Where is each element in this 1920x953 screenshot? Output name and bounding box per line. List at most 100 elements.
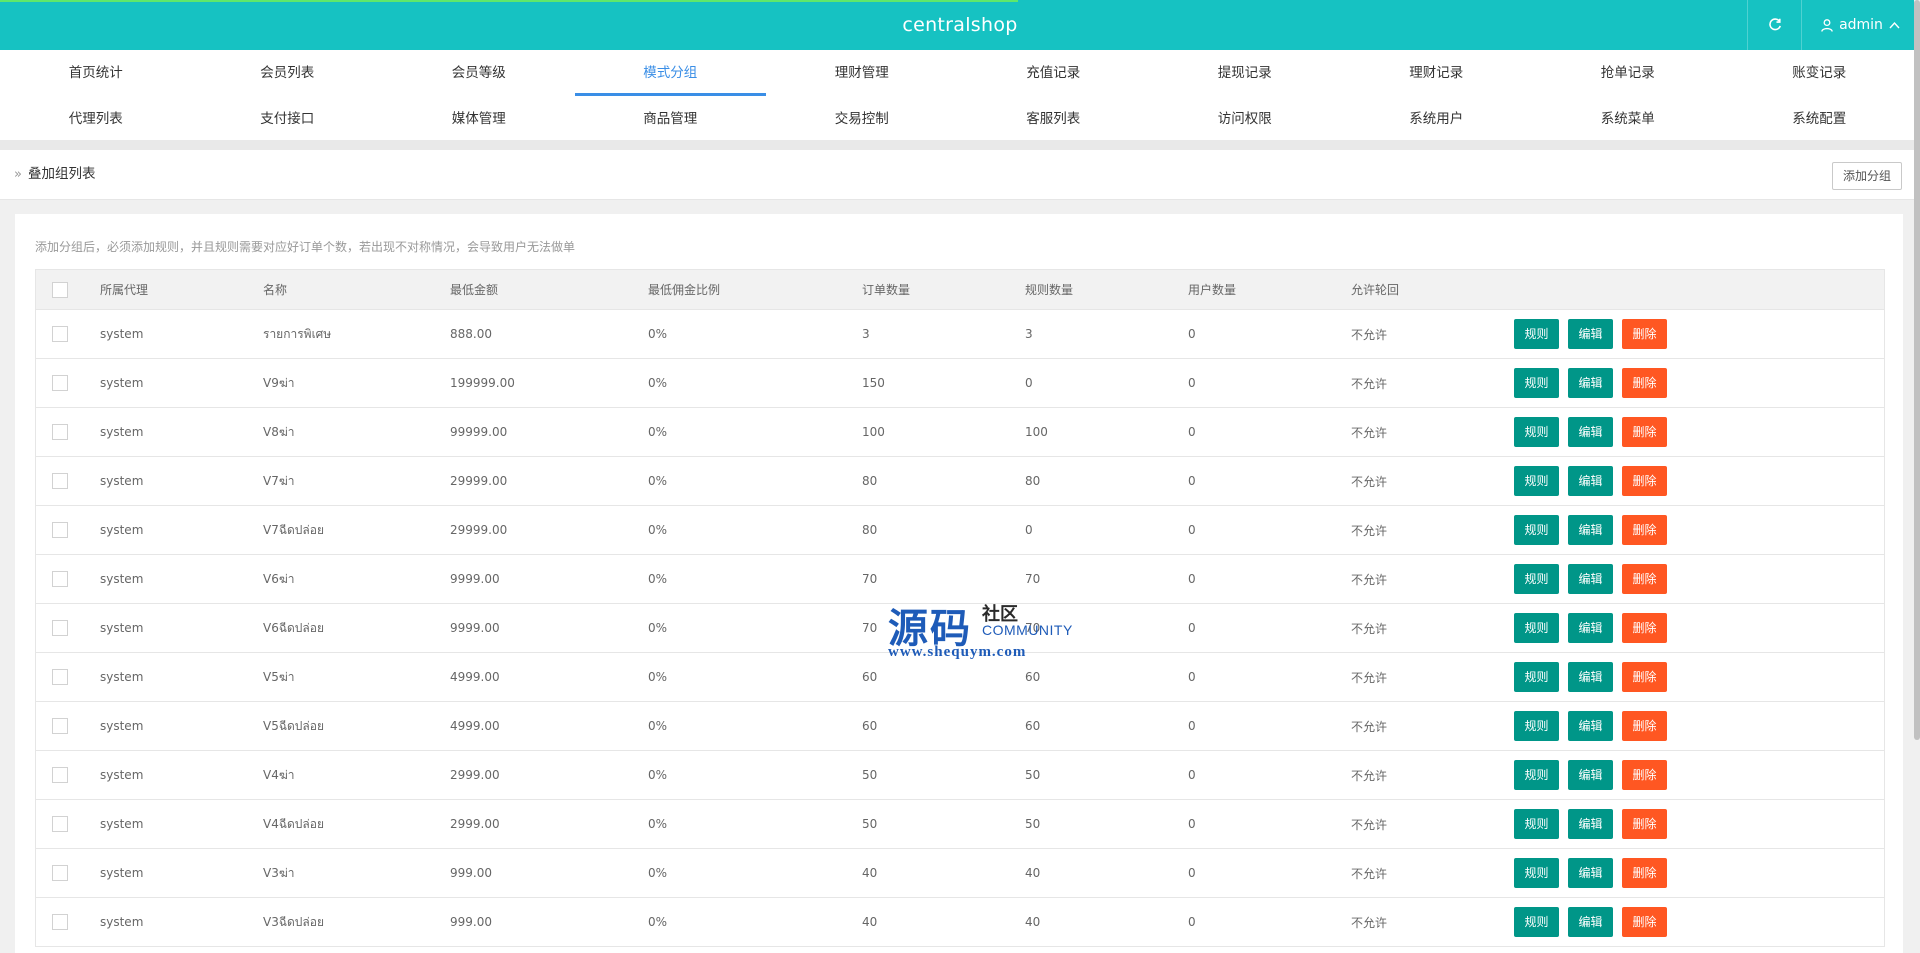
rule-button[interactable]: 规则 [1514,564,1559,594]
cell-min-amount: 4999.00 [450,670,500,684]
scrollbar-thumb[interactable] [1914,0,1920,740]
nav-item-row2-0[interactable]: 代理列表 [0,96,192,142]
nav-item-row1-1[interactable]: 会员列表 [192,50,384,96]
rule-button[interactable]: 规则 [1514,760,1559,790]
select-all-checkbox[interactable] [52,281,68,298]
nav-item-row1-9[interactable]: 账变记录 [1724,50,1916,96]
rule-button[interactable]: 规则 [1514,711,1559,741]
nav-item-row1-2[interactable]: 会员等级 [383,50,575,96]
rule-button[interactable]: 规则 [1514,417,1559,447]
nav-item-row1-0[interactable]: 首页统计 [0,50,192,96]
cell-name: V5ฉีดปล่อย [263,718,325,733]
nav-item-row2-3[interactable]: 商品管理 [575,96,767,142]
row-checkbox[interactable] [52,620,68,636]
row-checkbox[interactable] [52,571,68,587]
delete-button[interactable]: 删除 [1622,858,1667,888]
cell-allow-cycle: 不允许 [1351,327,1388,342]
cell-allow-cycle: 不允许 [1351,670,1388,685]
nav-item-row2-7[interactable]: 系统用户 [1341,96,1533,142]
edit-button[interactable]: 编辑 [1568,319,1613,349]
edit-button[interactable]: 编辑 [1568,466,1613,496]
nav-item-row2-5[interactable]: 客服列表 [958,96,1150,142]
nav-item-row2-2[interactable]: 媒体管理 [383,96,575,142]
nav-item-row1-3[interactable]: 模式分组 [574,50,767,96]
row-checkbox[interactable] [52,473,68,489]
delete-button[interactable]: 删除 [1622,515,1667,545]
rule-button[interactable]: 规则 [1514,662,1559,692]
row-checkbox[interactable] [52,767,68,783]
row-actions: 规则 编辑 删除 [1514,506,1667,554]
table-row: system V6ฉีดปล่อย 9999.00 0% 70 70 0 不允许 规则 编辑 删除 [36,604,1884,653]
delete-button[interactable]: 删除 [1622,564,1667,594]
edit-button[interactable]: 编辑 [1568,760,1613,790]
rule-button[interactable]: 规则 [1514,613,1559,643]
row-checkbox[interactable] [52,522,68,538]
table-row: system V5ฆ่า 4999.00 0% 60 60 0 不允许 规则 编辑 删除 [36,653,1884,702]
cell-rule-count: 50 [1025,817,1041,831]
row-actions: 规则 编辑 删除 [1514,310,1667,358]
cell-allow-cycle: 不允许 [1351,376,1388,391]
rule-button[interactable]: 规则 [1514,858,1559,888]
delete-button[interactable]: 删除 [1622,466,1667,496]
cell-commission: 0% [648,572,668,586]
table-row: system V4ฉีดปล่อย 2999.00 0% 50 50 0 不允许 规则 编辑 删除 [36,800,1884,849]
delete-button[interactable]: 删除 [1622,711,1667,741]
delete-button[interactable]: 删除 [1622,907,1667,937]
cell-user-count: 0 [1188,474,1196,488]
edit-button[interactable]: 编辑 [1568,515,1613,545]
nav-item-row1-6[interactable]: 提现记录 [1149,50,1341,96]
rule-button[interactable]: 规则 [1514,466,1559,496]
row-checkbox[interactable] [52,375,68,391]
user-menu[interactable]: admin [1801,0,1920,50]
row-checkbox[interactable] [52,816,68,832]
nav-item-row1-7[interactable]: 理财记录 [1341,50,1533,96]
nav-item-row2-6[interactable]: 访问权限 [1149,96,1341,142]
edit-button[interactable]: 编辑 [1568,711,1613,741]
nav-item-row2-9[interactable]: 系统配置 [1724,96,1916,142]
rule-button[interactable]: 规则 [1514,319,1559,349]
edit-button[interactable]: 编辑 [1568,809,1613,839]
edit-button[interactable]: 编辑 [1568,417,1613,447]
divider [0,140,1920,150]
edit-button[interactable]: 编辑 [1568,368,1613,398]
delete-button[interactable]: 删除 [1622,760,1667,790]
cell-order-count: 100 [862,425,885,439]
row-checkbox[interactable] [52,424,68,440]
edit-button[interactable]: 编辑 [1568,564,1613,594]
cell-min-amount: 29999.00 [450,474,508,488]
nav-item-row2-1[interactable]: 支付接口 [192,96,384,142]
edit-button[interactable]: 编辑 [1568,613,1613,643]
rule-button[interactable]: 规则 [1514,515,1559,545]
row-actions: 规则 编辑 删除 [1514,359,1667,407]
delete-button[interactable]: 删除 [1622,662,1667,692]
row-checkbox[interactable] [52,914,68,930]
rule-button[interactable]: 规则 [1514,907,1559,937]
refresh-button[interactable] [1747,0,1802,50]
delete-button[interactable]: 删除 [1622,319,1667,349]
row-checkbox[interactable] [52,865,68,881]
delete-button[interactable]: 删除 [1622,809,1667,839]
row-checkbox[interactable] [52,718,68,734]
rule-button[interactable]: 规则 [1514,809,1559,839]
cell-min-amount: 9999.00 [450,572,500,586]
nav-item-row2-8[interactable]: 系统菜单 [1532,96,1724,142]
row-checkbox[interactable] [52,669,68,685]
nav-item-row1-8[interactable]: 抢单记录 [1532,50,1724,96]
add-group-button[interactable]: 添加分组 [1832,162,1902,190]
nav-item-row1-4[interactable]: 理财管理 [766,50,958,96]
rule-button[interactable]: 规则 [1514,368,1559,398]
cell-min-amount: 2999.00 [450,817,500,831]
cell-name: V3ฆ่า [263,865,295,880]
delete-button[interactable]: 删除 [1622,613,1667,643]
edit-button[interactable]: 编辑 [1568,907,1613,937]
edit-button[interactable]: 编辑 [1568,858,1613,888]
cell-allow-cycle: 不允许 [1351,523,1388,538]
nav-item-row1-5[interactable]: 充值记录 [958,50,1150,96]
cell-order-count: 40 [862,866,878,880]
delete-button[interactable]: 删除 [1622,368,1667,398]
nav-item-row2-4[interactable]: 交易控制 [766,96,958,142]
edit-button[interactable]: 编辑 [1568,662,1613,692]
cell-order-count: 40 [862,915,878,929]
delete-button[interactable]: 删除 [1622,417,1667,447]
row-checkbox[interactable] [52,326,68,342]
